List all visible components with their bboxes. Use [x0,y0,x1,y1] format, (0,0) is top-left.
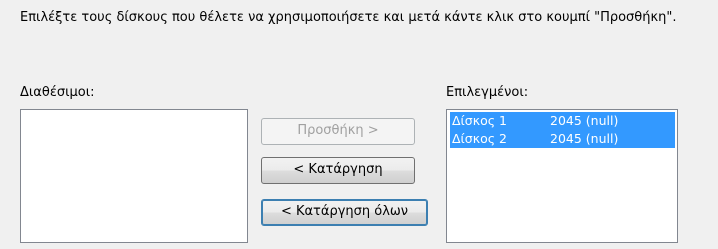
remove-button[interactable]: < Κατάργηση [261,157,415,184]
disk-size: 2045 (null) [550,113,619,128]
disk-name: Δίσκος 2 [452,131,507,146]
available-disks-list[interactable] [20,109,248,243]
remove-all-button[interactable]: < Κατάργηση όλων [261,199,428,226]
instructions-text: Επιλέξτε τους δίσκους που θέλετε να χρησ… [20,10,677,25]
disk-size: 2045 (null) [550,131,619,146]
selected-label: Επιλεγμένοι: [446,85,529,100]
list-item[interactable]: Δίσκος 1 2045 (null) [450,112,675,130]
add-button[interactable]: Προσθήκη > [261,118,415,145]
disk-name: Δίσκος 1 [452,113,507,128]
list-item[interactable]: Δίσκος 2 2045 (null) [450,130,675,148]
selected-disks-list[interactable]: Δίσκος 1 2045 (null) Δίσκος 2 2045 (null… [446,109,678,243]
available-label: Διαθέσιμοι: [20,85,95,100]
